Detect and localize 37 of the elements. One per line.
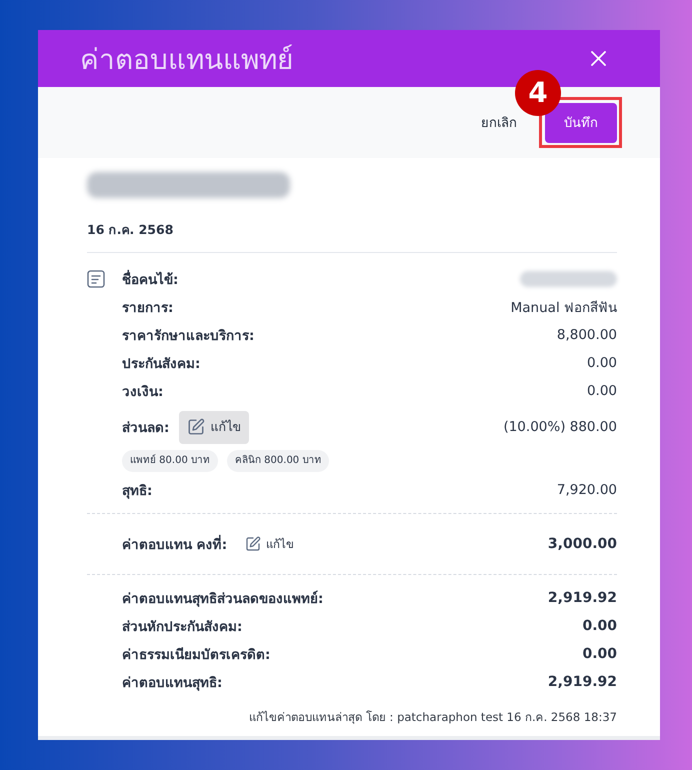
edit-button[interactable]: แก้ไข xyxy=(243,532,296,556)
date-text: 16 ก.ค. 2568 xyxy=(87,221,174,239)
field-value: 7,920.00 xyxy=(556,482,617,498)
field-label: ค่าตอบแทน คงที่: xyxy=(122,533,228,555)
field-value: 0.00 xyxy=(582,618,617,634)
field-label: ส่วนลด: xyxy=(122,419,170,438)
field-label: วงเงิน: xyxy=(122,383,164,402)
field-value: Manual ฟอกสีฟัน xyxy=(510,299,617,318)
field-value: 2,919.92 xyxy=(548,590,617,606)
field-label: ค่าธรรมเนียมบัตรเครดิต: xyxy=(122,646,270,665)
document-icon xyxy=(87,270,105,288)
field-value: 0.00 xyxy=(586,355,617,371)
close-icon xyxy=(591,51,606,66)
edit-icon xyxy=(245,536,262,552)
cancel-button[interactable]: ยกเลิก xyxy=(481,108,517,137)
field-value: 3,000.00 xyxy=(548,536,617,552)
field-label: ชื่อคนไข้: xyxy=(122,268,178,290)
last-edited-note: แก้ไขค่าตอบแทนล่าสุด โดย : patcharaphon test 16 ก.ค. 2568 18:37 xyxy=(248,709,617,726)
field-label: ค่าตอบแทนสุทธิ: xyxy=(122,674,222,693)
field-label: ค่าตอบแทนสุทธิส่วนลดของแพทย์: xyxy=(122,590,324,609)
edit-button[interactable]: แก้ไข xyxy=(179,410,250,444)
field-label: ส่วนหักประกันสังคม: xyxy=(122,618,242,637)
amount-chip: แพทย์ 80.00 บาท xyxy=(122,450,218,472)
save-button[interactable]: บันทึก xyxy=(545,102,617,142)
amount-chip: คลินิก 800.00 บาท xyxy=(227,450,330,472)
field-label: ราคารักษาและบริการ: xyxy=(122,327,254,346)
field-value: 8,800.00 xyxy=(556,327,617,343)
edit-icon xyxy=(187,418,206,436)
dialog-title: ค่าตอบแทนแพทย์ xyxy=(80,42,293,78)
close-button[interactable] xyxy=(591,51,606,66)
field-label: สุทธิ: xyxy=(122,482,152,501)
field-value: (10.00%) 880.00 xyxy=(503,419,617,435)
field-label: ประกันสังคม: xyxy=(122,355,200,374)
field-value: 0.00 xyxy=(586,383,617,399)
field-value: 0.00 xyxy=(582,646,617,662)
field-label: รายการ: xyxy=(122,299,174,318)
field-value: 2,919.92 xyxy=(548,674,617,690)
